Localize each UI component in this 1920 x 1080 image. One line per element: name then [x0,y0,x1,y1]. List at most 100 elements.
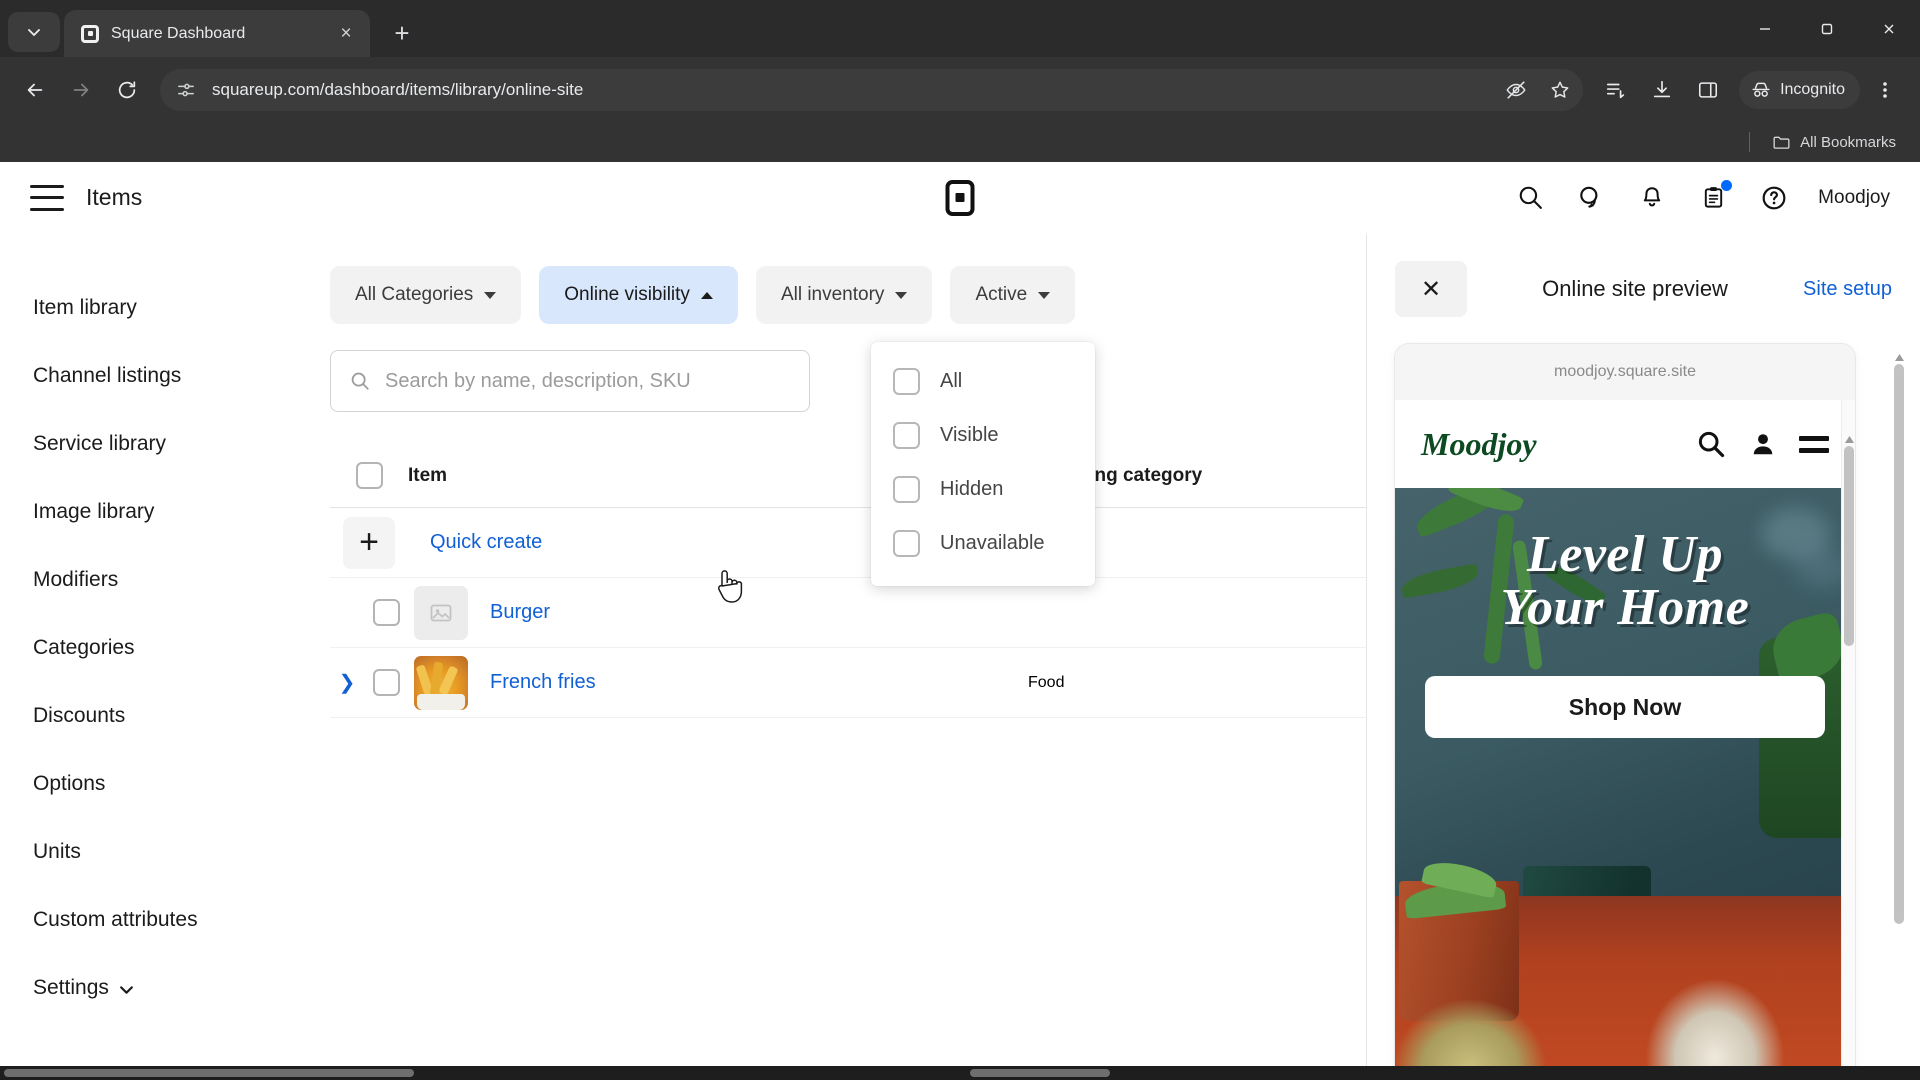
download-icon[interactable] [1641,69,1683,111]
scroll-up-arrow-icon[interactable] [1842,432,1855,446]
close-icon[interactable] [1858,0,1920,57]
search-icon[interactable] [1695,428,1727,460]
minimize-icon[interactable] [1734,0,1796,57]
reload-icon[interactable] [106,69,148,111]
close-icon[interactable]: × [332,20,360,48]
sidebar-item-settings[interactable]: Settings [33,954,330,1022]
item-name-link[interactable]: Burger [490,601,550,624]
scroll-up-arrow-icon[interactable] [1892,350,1906,364]
sidebar-item-label: Item library [33,296,137,319]
quick-create-row[interactable]: + Quick create [330,508,1366,578]
main-content: All Categories Online visibility All inv… [330,234,1366,1080]
dropdown-checkbox[interactable] [893,421,920,449]
item-name-link[interactable]: French fries [490,671,596,694]
dropdown-option-all[interactable]: All [871,354,1095,408]
dropdown-option-label: Visible [940,423,999,446]
row-checkbox[interactable] [372,669,400,696]
dropdown-checkbox[interactable] [893,529,920,557]
row-item-cell: French fries [408,655,1028,710]
shop-now-button[interactable]: Shop Now [1425,676,1825,738]
search-icon[interactable] [1513,181,1547,215]
folder-icon [1773,136,1790,149]
plus-icon[interactable]: + [343,516,395,569]
items-table: Item Reporting category + Quick create B… [330,444,1366,718]
search-input[interactable] [385,369,791,393]
reading-list-icon[interactable] [1595,69,1637,111]
chevron-down-icon [484,291,497,299]
chevron-down-icon [28,29,40,36]
account-person-icon[interactable] [1747,428,1779,460]
sidebar-item-options[interactable]: Options [33,750,330,818]
three-dot-menu-icon[interactable] [1864,69,1906,111]
site-setup-link[interactable]: Site setup [1803,278,1892,301]
site-settings-icon[interactable] [170,74,202,106]
table-row[interactable]: ❯ French fries Food [330,648,1366,718]
filter-active[interactable]: Active [950,266,1076,324]
menu-burger-icon[interactable] [1799,435,1829,453]
address-bar[interactable]: squareup.com/dashboard/items/library/onl… [160,68,1584,111]
row-checkbox-cell [364,599,408,626]
online-visibility-dropdown: All Visible Hidden Unavailable [871,342,1095,586]
filter-label: Online visibility [564,284,690,305]
sidebar-item-channel-listings[interactable]: Channel listings [33,342,330,410]
horizontal-scrollbar[interactable] [0,1066,1920,1080]
preview-panel-scrollbar[interactable] [1892,344,1906,1080]
image-placeholder-icon [414,585,468,640]
sidebar-item-modifiers[interactable]: Modifiers [33,546,330,614]
chevron-down-icon [120,986,133,994]
sidebar-item-units[interactable]: Units [33,818,330,886]
site-preview-scrollbar[interactable] [1841,400,1855,1080]
table-row[interactable]: Burger [330,578,1366,648]
chevron-down-icon [1038,291,1051,299]
help-circle-icon[interactable] [1757,181,1791,215]
chevron-right-icon[interactable]: ❯ [330,670,364,695]
sidebar-item-item-library[interactable]: Item library [33,274,330,342]
select-all-checkbox[interactable] [355,462,383,489]
sidebar-item-label: Categories [33,636,135,659]
dropdown-option-unavailable[interactable]: Unavailable [871,516,1095,570]
filter-online-visibility[interactable]: Online visibility [539,266,738,324]
row-checkbox[interactable] [372,599,400,626]
back-arrow-icon[interactable] [14,69,56,111]
all-bookmarks-button[interactable]: All Bookmarks [1766,129,1902,156]
messages-icon[interactable] [1574,181,1608,215]
hamburger-menu-icon[interactable] [30,184,64,211]
scrollbar-thumb[interactable] [4,1069,414,1077]
dropdown-option-visible[interactable]: Visible [871,408,1095,462]
incognito-indicator[interactable]: Incognito [1739,70,1860,109]
sidebar-item-service-library[interactable]: Service library [33,410,330,478]
eye-slash-icon[interactable] [1499,73,1533,107]
item-thumbnail [414,655,468,710]
scrollbar-thumb-secondary[interactable] [970,1069,1110,1077]
sidebar-item-image-library[interactable]: Image library [33,478,330,546]
star-icon[interactable] [1543,73,1577,107]
account-name[interactable]: Moodjoy [1818,187,1890,209]
maximize-icon[interactable] [1796,0,1858,57]
sidebar-item-label: Options [33,772,106,795]
dropdown-checkbox[interactable] [893,475,920,503]
sidebar-item-label: Image library [33,500,155,523]
sidebar-item-discounts[interactable]: Discounts [33,682,330,750]
close-icon[interactable]: ✕ [1395,261,1467,317]
sidebar-item-label: Units [33,840,81,863]
side-panel-icon[interactable] [1687,69,1729,111]
tab-search-button[interactable] [8,12,60,52]
notifications-bell-icon[interactable] [1635,181,1669,215]
tasks-clipboard-icon[interactable] [1696,179,1733,215]
browser-tab[interactable]: Square Dashboard × [64,10,370,57]
sidebar-item-label: Modifiers [33,568,119,591]
new-tab-button[interactable]: + [382,13,422,53]
dropdown-option-label: All [940,369,963,392]
scrollbar-thumb[interactable] [1894,364,1904,924]
sidebar-item-custom-attributes[interactable]: Custom attributes [33,886,330,954]
filter-all-inventory[interactable]: All inventory [755,266,933,324]
url-text: squareup.com/dashboard/items/library/onl… [212,79,584,99]
search-box[interactable] [330,350,810,412]
forward-arrow-icon[interactable] [60,69,102,111]
row-category: Food [1028,673,1065,691]
filter-all-categories[interactable]: All Categories [330,266,522,324]
sidebar-item-label: Settings [33,976,109,999]
dropdown-checkbox[interactable] [893,367,920,395]
dropdown-option-hidden[interactable]: Hidden [871,462,1095,516]
sidebar-item-categories[interactable]: Categories [33,614,330,682]
